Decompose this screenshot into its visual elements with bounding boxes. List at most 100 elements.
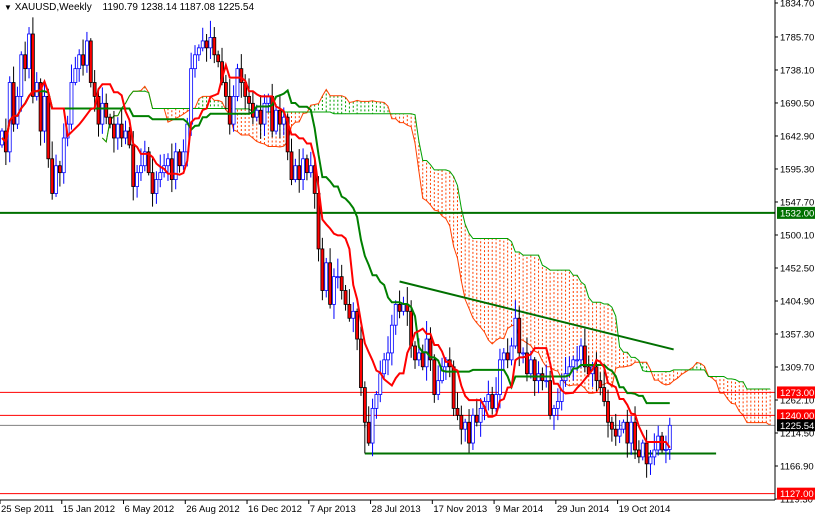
triangle-down-icon[interactable]: ▼: [4, 3, 12, 12]
candle-down: [216, 54, 221, 63]
candle-down: [23, 54, 28, 70]
price-tick-label: 1785.70: [780, 32, 814, 43]
candle-down: [169, 158, 174, 180]
candle-down: [490, 394, 495, 409]
candle-down: [420, 352, 425, 368]
candle-up: [27, 33, 31, 70]
candle-up: [332, 276, 336, 305]
price-tick-label: 1547.70: [780, 197, 814, 208]
candle-down: [88, 40, 93, 83]
candle-down: [305, 158, 309, 174]
time-tick-label: 6 May 2012: [125, 504, 175, 515]
candle-up: [617, 428, 622, 437]
time-tick-label: 19 Oct 2014: [619, 504, 671, 515]
candle-down: [633, 421, 637, 451]
candle-up: [494, 394, 498, 409]
candle-down: [30, 33, 35, 97]
price-tick-label: 1309.70: [780, 362, 814, 373]
candle-down: [343, 290, 348, 305]
candle-down: [613, 428, 618, 437]
candle-up: [521, 352, 525, 355]
price-chart[interactable]: 1834.70 1785.70 1738.10 1690.50 1642.90 1595.…: [0, 0, 815, 516]
candle-down: [46, 95, 51, 160]
candle-down: [474, 414, 479, 423]
candle-down: [459, 414, 464, 430]
candle-down: [397, 303, 402, 312]
candle-up: [158, 172, 163, 180]
candle-down: [50, 158, 55, 194]
candle-up: [85, 40, 89, 66]
candle-up: [621, 421, 626, 430]
candle-up: [498, 359, 502, 395]
candle-down: [594, 366, 599, 382]
candle-up: [73, 68, 78, 83]
candle-down: [609, 421, 614, 430]
candle-down: [127, 130, 132, 146]
price-tag-label: 1532.00: [780, 208, 814, 219]
candle-up: [77, 54, 82, 70]
candle-down: [239, 68, 244, 83]
price-tag-label: 1225.54: [780, 421, 814, 432]
candle-down: [92, 82, 97, 97]
candle-up: [7, 82, 12, 153]
candle-up: [640, 442, 645, 458]
candle-up: [509, 345, 514, 361]
candle-down: [278, 109, 282, 125]
candle-up: [69, 82, 74, 125]
candle-down: [548, 380, 553, 416]
candle-up: [189, 68, 194, 125]
candle-up: [301, 158, 305, 180]
candle-up: [416, 352, 421, 361]
candle-up: [139, 165, 143, 174]
price-tick-label: 1690.50: [780, 98, 814, 109]
candle-up: [664, 449, 668, 451]
candle-down: [223, 82, 228, 97]
candle-down: [451, 366, 456, 409]
candle-down: [119, 123, 124, 139]
candle-up: [208, 37, 213, 49]
candle-up: [266, 95, 271, 104]
candle-down: [413, 345, 417, 361]
candle-down: [532, 359, 537, 382]
candle-down: [81, 54, 85, 66]
candle-down: [355, 310, 360, 340]
ohlc-close: 1225.54: [217, 2, 255, 13]
chart-window[interactable]: 1834.70 1785.70 1738.10 1690.50 1642.90 1595.…: [0, 0, 815, 516]
candle-down: [660, 435, 664, 451]
candle-up: [54, 165, 58, 194]
candle-down: [637, 449, 641, 458]
candle-up: [308, 165, 313, 174]
candle-down: [505, 352, 510, 361]
time-tick-label: 17 Nov 2013: [433, 504, 487, 515]
candle-up: [351, 310, 356, 319]
candle-up: [15, 95, 20, 125]
candle-up: [19, 54, 24, 97]
candle-up: [382, 359, 387, 375]
price-tick-label: 1834.70: [780, 0, 814, 10]
candle-up: [324, 262, 329, 291]
candle-down: [177, 151, 182, 167]
candle-down: [104, 102, 109, 118]
price-tick-label: 1738.10: [780, 65, 814, 76]
candle-up: [200, 40, 205, 49]
candle-down: [212, 37, 217, 56]
candle-down: [108, 116, 112, 125]
candle-up: [370, 407, 375, 444]
candle-up: [123, 130, 128, 139]
time-tick-label: 7 Apr 2013: [310, 504, 356, 515]
candle-up: [552, 407, 556, 416]
candle-up: [463, 421, 468, 430]
trend-line: [399, 280, 674, 351]
candle-up: [335, 276, 340, 279]
chart-title: ▼ XAUUSD,Weekly 1190.79 1238.14 1187.08 …: [4, 2, 254, 13]
price-tick-label: 1500.10: [780, 230, 814, 241]
time-tick-label: 28 Jul 2013: [372, 504, 421, 515]
candle-up: [401, 303, 406, 312]
candle-down: [328, 262, 333, 305]
candle-down: [366, 421, 371, 444]
candle-up: [544, 380, 549, 383]
candle-up: [154, 179, 159, 194]
candle-up: [181, 151, 186, 167]
time-tick-label: 29 Jun 2014: [557, 504, 609, 515]
candle-down: [517, 317, 522, 354]
